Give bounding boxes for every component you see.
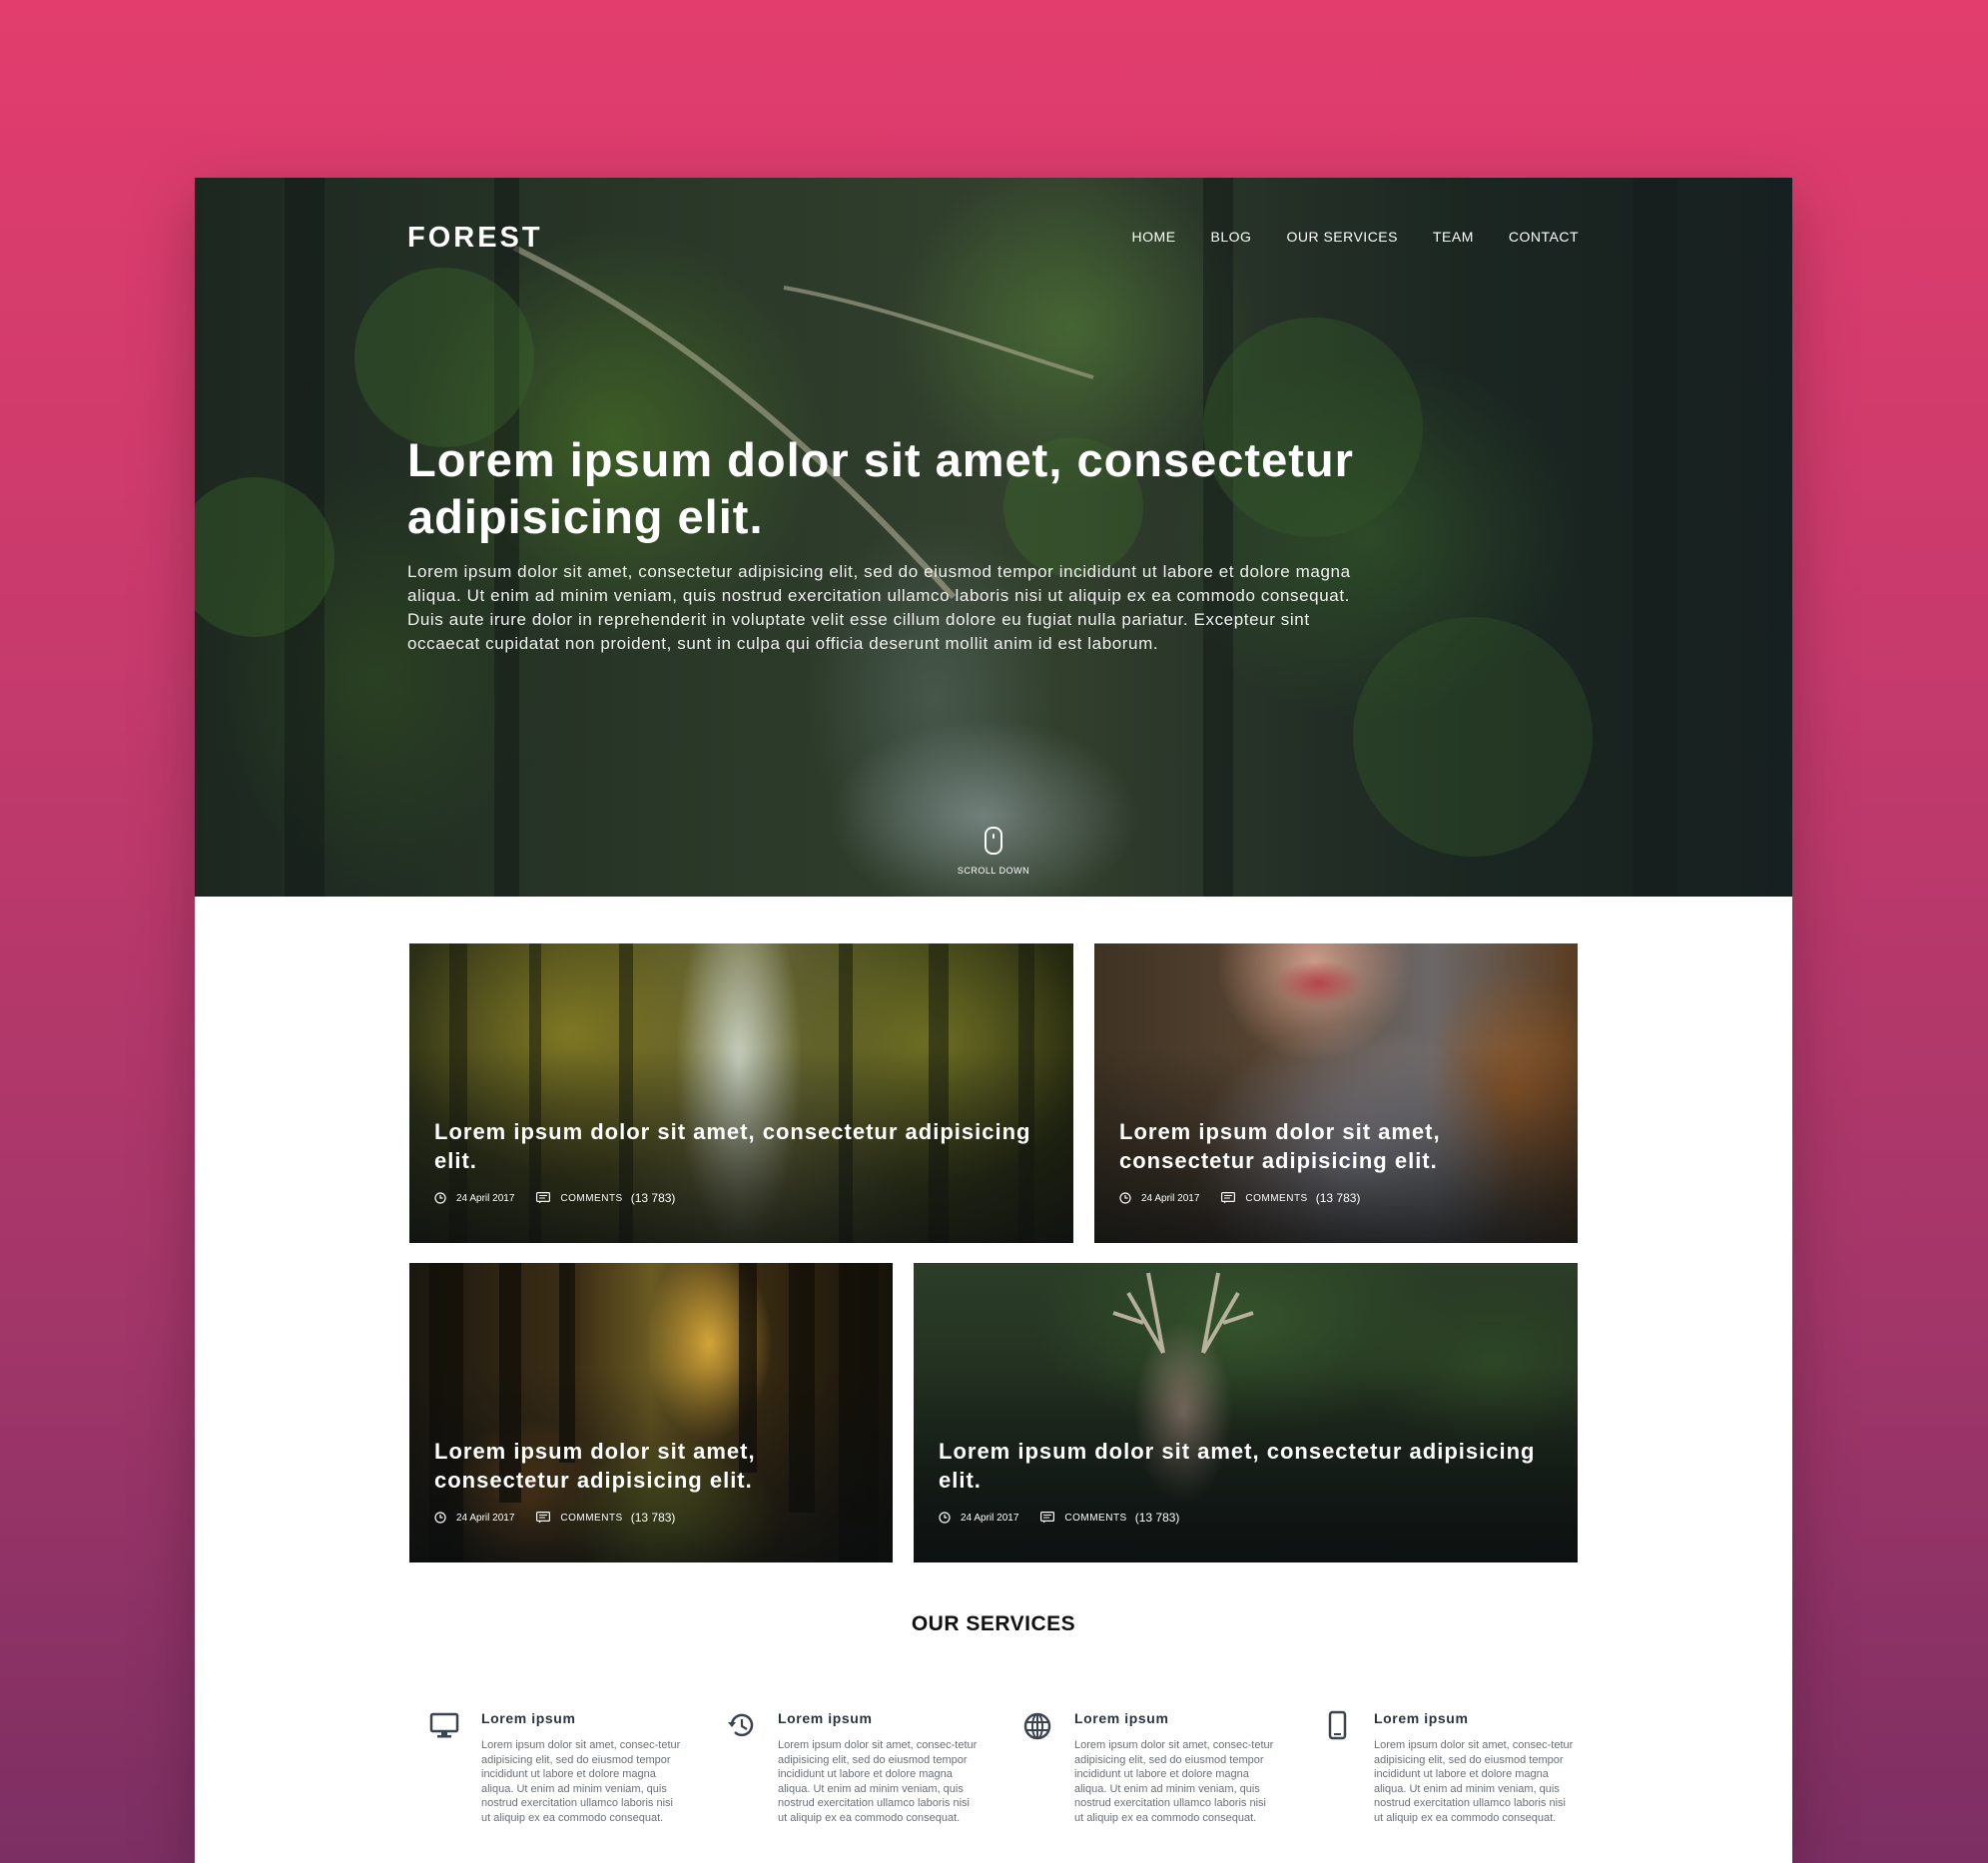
services-title: OUR SERVICES [911, 1612, 1076, 1635]
comment-icon [1040, 1512, 1055, 1524]
scroll-down-label: SCROLL DOWN [957, 866, 1030, 876]
comments-count: (13 783) [630, 1191, 676, 1205]
blog-card[interactable]: Lorem ipsum dolor sit amet, consectetur … [914, 1263, 1578, 1562]
blog-card-meta: 24 April 2017 COMMENTS (13 783) [434, 1511, 675, 1525]
comments-count: (13 783) [630, 1511, 676, 1525]
history-icon [728, 1713, 754, 1737]
website-mockup: FOREST HOME BLOG OUR SERVICES TEAM CONTA… [195, 178, 1792, 1863]
comments-label[interactable]: COMMENTS [1245, 1193, 1307, 1204]
blog-card-title[interactable]: Lorem ipsum dolor sit amet, consectetur … [434, 1117, 1033, 1175]
comments-label[interactable]: COMMENTS [560, 1193, 622, 1204]
clock-icon [1119, 1192, 1131, 1204]
blog-card-title[interactable]: Lorem ipsum dolor sit amet, consectetur … [434, 1437, 853, 1495]
blog-card[interactable]: Lorem ipsum dolor sit amet, consectetur … [409, 1263, 893, 1562]
comments-count: (13 783) [1134, 1511, 1180, 1525]
comments-label[interactable]: COMMENTS [1064, 1513, 1126, 1524]
blog-card-meta: 24 April 2017 COMMENTS (13 783) [939, 1511, 1179, 1525]
comments-count: (13 783) [1315, 1191, 1361, 1205]
monitor-icon [429, 1712, 459, 1738]
service-text: Lorem ipsum dolor sit amet, consec-tetur… [1074, 1739, 1274, 1824]
hero-text: Lorem ipsum dolor sit amet, consectetur … [407, 562, 1351, 653]
service-title: Lorem ipsum [481, 1710, 576, 1726]
post-date: 24 April 2017 [456, 1192, 515, 1204]
blog-card-meta: 24 April 2017 COMMENTS (13 783) [1119, 1191, 1360, 1205]
smartphone-icon [1328, 1710, 1347, 1740]
nav-team[interactable]: TEAM [1433, 229, 1474, 245]
blog-card[interactable]: Lorem ipsum dolor sit amet, consectetur … [1094, 943, 1578, 1243]
service-title: Lorem ipsum [1074, 1710, 1169, 1726]
hero-section: FOREST HOME BLOG OUR SERVICES TEAM CONTA… [195, 178, 1792, 897]
globe-icon [1023, 1712, 1051, 1740]
comment-icon [536, 1512, 551, 1524]
blog-card-meta: 24 April 2017 COMMENTS (13 783) [434, 1191, 675, 1205]
comments-label[interactable]: COMMENTS [560, 1513, 622, 1524]
nav-blog[interactable]: BLOG [1211, 229, 1252, 245]
post-date: 24 April 2017 [961, 1512, 1019, 1524]
scroll-down-button[interactable]: SCROLL DOWN [195, 827, 1792, 876]
service-title: Lorem ipsum [1374, 1710, 1469, 1726]
nav-our-services[interactable]: OUR SERVICES [1286, 229, 1398, 245]
service-text: Lorem ipsum dolor sit amet, consec-tetur… [1374, 1739, 1574, 1824]
blog-card-title[interactable]: Lorem ipsum dolor sit amet, consectetur … [1119, 1117, 1538, 1175]
nav-home[interactable]: HOME [1132, 229, 1176, 245]
clock-icon [939, 1512, 951, 1524]
service-text: Lorem ipsum dolor sit amet, consec-tetur… [778, 1739, 978, 1824]
mouse-icon [985, 827, 1002, 855]
hero-title: Lorem ipsum dolor sit amet, consectetur … [407, 433, 1354, 543]
service-text: Lorem ipsum dolor sit amet, consec-tetur… [481, 1739, 681, 1824]
blog-card[interactable]: Lorem ipsum dolor sit amet, consectetur … [409, 943, 1073, 1243]
post-date: 24 April 2017 [1141, 1192, 1200, 1204]
clock-icon [434, 1512, 446, 1524]
comment-icon [536, 1192, 551, 1204]
blog-card-title[interactable]: Lorem ipsum dolor sit amet, consectetur … [939, 1437, 1538, 1495]
comment-icon [1221, 1192, 1236, 1204]
site-logo[interactable]: FOREST [407, 222, 543, 255]
service-title: Lorem ipsum [778, 1710, 873, 1726]
clock-icon [434, 1192, 446, 1204]
main-nav: HOME BLOG OUR SERVICES TEAM CONTACT [1132, 229, 1579, 245]
post-date: 24 April 2017 [456, 1512, 515, 1524]
nav-contact[interactable]: CONTACT [1509, 229, 1579, 245]
